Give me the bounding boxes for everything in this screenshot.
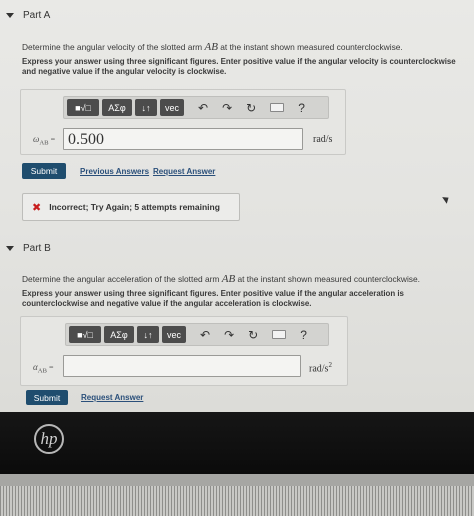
laptop-hinge xyxy=(0,474,474,486)
collapse-caret-icon[interactable] xyxy=(6,13,14,18)
part-b-variable-label: αAB = xyxy=(33,362,54,375)
part-a-prompt: Determine the angular velocity of the sl… xyxy=(22,41,403,53)
part-b-answer-input[interactable] xyxy=(63,355,301,377)
part-a-request-answer-link[interactable]: Request Answer xyxy=(153,167,215,176)
vector-button[interactable]: vec xyxy=(162,326,186,343)
part-b-request-answer-link[interactable]: Request Answer xyxy=(81,393,143,402)
undo-icon[interactable]: ↶ xyxy=(198,101,208,115)
greek-symbols-button[interactable]: ΑΣφ xyxy=(104,326,134,343)
feedback-message: ✖ Incorrect; Try Again; 5 attempts remai… xyxy=(22,193,240,221)
arrows-button[interactable]: ↓↑ xyxy=(135,99,157,116)
laptop-bezel xyxy=(0,412,474,474)
part-a-unit: rad/s xyxy=(313,134,333,145)
greek-symbols-button[interactable]: ΑΣφ xyxy=(102,99,132,116)
keyboard-icon[interactable] xyxy=(270,103,285,112)
speaker-grille xyxy=(0,486,474,516)
previous-answers-link[interactable]: Previous Answers xyxy=(80,167,149,176)
keyboard-icon[interactable] xyxy=(272,330,287,339)
help-icon[interactable]: ? xyxy=(300,328,307,342)
reset-icon[interactable]: ↻ xyxy=(246,101,256,115)
incorrect-x-icon: ✖ xyxy=(32,201,42,214)
part-a-instructions: Express your answer using three signific… xyxy=(22,57,456,76)
arrows-button[interactable]: ↓↑ xyxy=(137,326,159,343)
feedback-text: Incorrect; Try Again; 5 attempts remaini… xyxy=(49,202,220,212)
part-a-math-toolbar: ■√□ ΑΣφ ↓↑ vec ↶ ↷ ↻ ? xyxy=(63,96,329,119)
part-a-answer-box: ■√□ ΑΣφ ↓↑ vec ↶ ↷ ↻ ? ωAB = 0.500 rad/s xyxy=(20,89,346,155)
part-a-submit-button[interactable]: Submit xyxy=(22,163,66,179)
hp-logo: hp xyxy=(34,424,64,454)
reset-icon[interactable]: ↻ xyxy=(248,328,258,342)
part-a-variable-label: ωAB = xyxy=(33,134,56,147)
undo-icon[interactable]: ↶ xyxy=(200,328,210,342)
redo-icon[interactable]: ↷ xyxy=(222,101,232,115)
templates-button[interactable]: ■√□ xyxy=(69,326,101,343)
vector-button[interactable]: vec xyxy=(160,99,184,116)
part-b-math-toolbar: ■√□ ΑΣφ ↓↑ vec ↶ ↷ ↻ ? xyxy=(65,323,329,346)
part-b-header[interactable]: Part B xyxy=(6,243,51,254)
templates-button[interactable]: ■√□ xyxy=(67,99,99,116)
part-a-title: Part A xyxy=(23,10,51,21)
part-a-header[interactable]: Part A xyxy=(6,10,50,21)
redo-icon[interactable]: ↷ xyxy=(224,328,234,342)
part-b-title: Part B xyxy=(23,243,51,254)
mouse-cursor-icon xyxy=(442,194,451,204)
part-b-submit-button[interactable]: Submit xyxy=(26,390,68,405)
part-b-instructions: Express your answer using three signific… xyxy=(22,289,404,308)
help-icon[interactable]: ? xyxy=(298,101,305,115)
part-b-answer-box: ■√□ ΑΣφ ↓↑ vec ↶ ↷ ↻ ? αAB = rad/s2 xyxy=(20,316,348,386)
collapse-caret-icon[interactable] xyxy=(6,246,14,251)
part-b-prompt: Determine the angular acceleration of th… xyxy=(22,273,420,285)
part-b-unit: rad/s2 xyxy=(309,361,332,375)
browser-viewport: Part A Determine the angular velocity of… xyxy=(0,0,474,412)
part-a-answer-input[interactable]: 0.500 xyxy=(63,128,303,150)
